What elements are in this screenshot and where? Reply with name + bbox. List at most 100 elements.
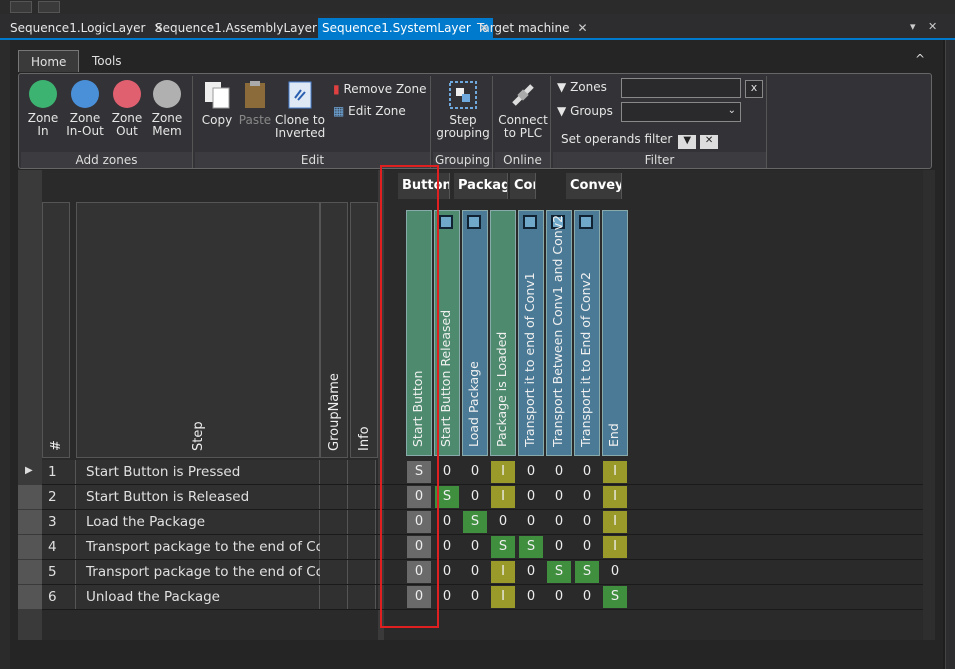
- step-name[interactable]: Start Button is Released: [76, 485, 320, 509]
- zone-cell[interactable]: I: [603, 511, 627, 533]
- operand-column-header[interactable]: End: [602, 210, 628, 456]
- info-cell[interactable]: [348, 485, 376, 509]
- table-row[interactable]: 4 Transport package to the end of Conv1 0 0…: [42, 535, 923, 560]
- info-cell[interactable]: [348, 535, 376, 559]
- step-name[interactable]: Transport package to the end of Conv2: [76, 560, 349, 584]
- zone-cell[interactable]: 0: [575, 461, 599, 483]
- zone-cell[interactable]: 0: [575, 511, 599, 533]
- ribbon-tab-tools[interactable]: Tools: [80, 50, 134, 72]
- zone-mem-button[interactable]: Zone Mem: [149, 80, 185, 138]
- zone-in-out-button[interactable]: Zone In-Out: [65, 80, 105, 138]
- group-name-cell[interactable]: [320, 585, 348, 609]
- zone-cell[interactable]: S: [491, 536, 515, 558]
- vertical-scrollbar[interactable]: [923, 170, 935, 640]
- edit-zone-button[interactable]: ▦ Edit Zone: [333, 104, 406, 118]
- zone-cell[interactable]: 0: [463, 486, 487, 508]
- zone-cell[interactable]: 0: [547, 486, 571, 508]
- clear-filter-icon[interactable]: ✕: [700, 135, 719, 149]
- group-name-cell[interactable]: [320, 460, 348, 484]
- zone-cell[interactable]: 0: [491, 511, 515, 533]
- tab-assembly-layer[interactable]: Sequence1.AssemblyLayer✕: [151, 18, 339, 38]
- step-name[interactable]: Load the Package: [76, 510, 320, 534]
- row-selector[interactable]: [18, 485, 42, 509]
- zone-cell[interactable]: 0: [547, 461, 571, 483]
- set-filter-icon[interactable]: ▼: [678, 135, 697, 149]
- toolbar-image-icon[interactable]: [38, 1, 60, 13]
- table-row[interactable]: 6 Unload the Package 0 0 0 I 0 0 0 S: [42, 585, 923, 610]
- tab-system-layer[interactable]: Sequence1.SystemLayer ✕: [318, 18, 493, 38]
- tab-target-machine[interactable]: Target machine ✕: [473, 18, 592, 38]
- group-name-cell[interactable]: [320, 510, 348, 534]
- zone-cell[interactable]: S: [547, 561, 571, 583]
- zone-cell[interactable]: 0: [603, 561, 627, 583]
- zone-cell[interactable]: I: [491, 461, 515, 483]
- group-header-package[interactable]: Package: [454, 173, 508, 199]
- connect-to-plc-button[interactable]: Connect to PLC: [497, 80, 549, 140]
- zone-cell[interactable]: 0: [575, 586, 599, 608]
- close-icon[interactable]: ✕: [578, 21, 588, 35]
- step-name[interactable]: Unload the Package: [76, 585, 320, 609]
- collapse-ribbon-icon[interactable]: ^: [915, 52, 925, 66]
- group-name-cell[interactable]: [320, 485, 348, 509]
- zone-out-button[interactable]: Zone Out: [109, 80, 145, 138]
- clone-to-inverted-button[interactable]: Clone to Inverted: [275, 80, 325, 140]
- info-cell[interactable]: [348, 585, 376, 609]
- zone-cell[interactable]: I: [603, 486, 627, 508]
- remove-zone-button[interactable]: ▮ Remove Zone: [333, 82, 427, 96]
- zone-cell[interactable]: 0: [519, 461, 543, 483]
- zone-cell[interactable]: 0: [519, 486, 543, 508]
- zone-cell[interactable]: I: [491, 486, 515, 508]
- step-name[interactable]: Transport package to the end of Conv1: [76, 535, 349, 559]
- groups-filter-select[interactable]: ⌄: [621, 102, 741, 122]
- group-name-cell[interactable]: [320, 560, 348, 584]
- num-column-header[interactable]: #: [42, 202, 70, 458]
- row-selector[interactable]: [18, 535, 42, 559]
- tab-logic-layer[interactable]: Sequence1.LogicLayer ✕: [6, 18, 168, 38]
- zone-cell[interactable]: 0: [547, 511, 571, 533]
- step-grouping-button[interactable]: Step grouping: [435, 80, 491, 140]
- zone-cell[interactable]: I: [603, 461, 627, 483]
- table-row[interactable]: 5 Transport package to the end of Conv2 0 0…: [42, 560, 923, 585]
- tab-dropdown-icon[interactable]: ▾: [910, 20, 916, 33]
- operand-column-header[interactable]: Package is Loaded: [490, 210, 516, 456]
- operand-column-header[interactable]: Transport Between Conv1 and Conv2: [546, 210, 572, 456]
- paste-button[interactable]: Paste: [237, 80, 273, 127]
- zone-cell[interactable]: 0: [463, 461, 487, 483]
- info-cell[interactable]: [348, 460, 376, 484]
- group-header-conveyor[interactable]: Conveyor: [566, 173, 622, 199]
- ribbon-tab-home[interactable]: Home: [18, 50, 80, 72]
- zone-cell[interactable]: 0: [519, 586, 543, 608]
- zone-in-button[interactable]: Zone In: [25, 80, 61, 138]
- zone-cell[interactable]: S: [463, 511, 487, 533]
- zone-cell[interactable]: 0: [463, 586, 487, 608]
- zone-cell[interactable]: I: [603, 536, 627, 558]
- groupname-column-header[interactable]: GroupName: [320, 202, 348, 458]
- zone-cell[interactable]: 0: [519, 511, 543, 533]
- zone-cell[interactable]: 0: [547, 586, 571, 608]
- table-row[interactable]: 2 Start Button is Released 0 S 0 I 0 0 0 I: [42, 485, 923, 510]
- info-cell[interactable]: [348, 560, 376, 584]
- group-header-conv[interactable]: Conv: [510, 173, 536, 199]
- operand-column-header[interactable]: Transport it to end of Conv1: [518, 210, 544, 456]
- zone-cell[interactable]: 0: [575, 486, 599, 508]
- table-row[interactable]: 1 Start Button is Pressed S 0 0 I 0 0 0 I: [42, 460, 923, 485]
- zone-cell[interactable]: 0: [575, 536, 599, 558]
- clear-zones-button[interactable]: x: [745, 80, 763, 98]
- row-selector[interactable]: [18, 510, 42, 534]
- toolbar-app-icon[interactable]: [10, 1, 32, 13]
- row-selector[interactable]: [18, 560, 42, 584]
- zone-cell[interactable]: 0: [547, 536, 571, 558]
- row-selector[interactable]: ▶: [18, 460, 42, 484]
- zone-cell[interactable]: S: [575, 561, 599, 583]
- zone-cell[interactable]: S: [603, 586, 627, 608]
- zone-cell[interactable]: I: [491, 561, 515, 583]
- copy-button[interactable]: Copy: [199, 80, 235, 127]
- info-cell[interactable]: [348, 510, 376, 534]
- zone-cell[interactable]: I: [491, 586, 515, 608]
- row-selector[interactable]: [18, 585, 42, 609]
- zones-filter-input[interactable]: [621, 78, 741, 98]
- group-name-cell[interactable]: [320, 535, 348, 559]
- zone-cell[interactable]: S: [519, 536, 543, 558]
- operand-column-header[interactable]: Transport it to End of Conv2: [574, 210, 600, 456]
- window-close-icon[interactable]: ✕: [928, 20, 937, 33]
